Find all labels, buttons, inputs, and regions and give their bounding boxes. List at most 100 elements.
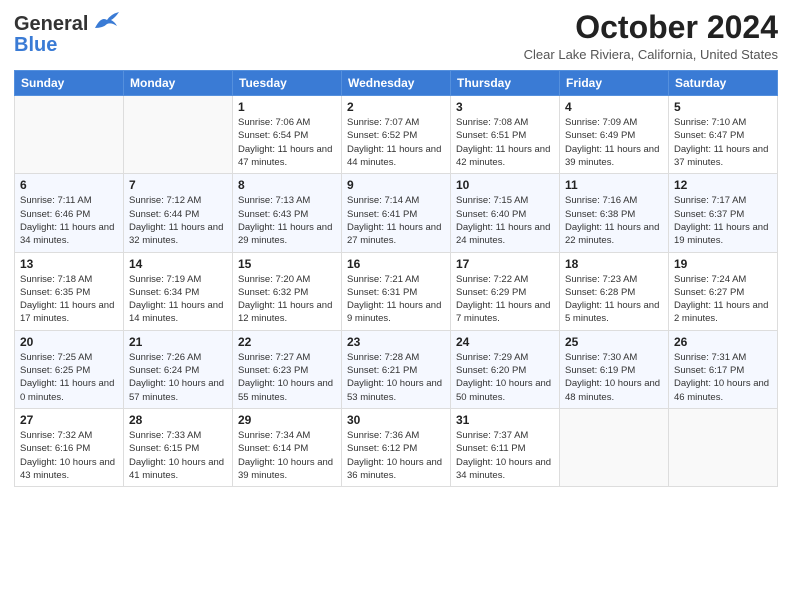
calendar-cell: 19 Sunrise: 7:24 AM Sunset: 6:27 PM Dayli… <box>669 252 778 330</box>
calendar-cell: 8 Sunrise: 7:13 AM Sunset: 6:43 PM Daylig… <box>233 174 342 252</box>
calendar-week-row: 13Sunrise: 7:18 AM Sunset: 6:35 PM Dayli… <box>15 252 778 330</box>
calendar-cell <box>15 96 124 174</box>
calendar-cell: 21 Sunrise: 7:26 AM Sunset: 6:24 PM Dayli… <box>124 330 233 408</box>
day-info: Sunrise: 7:31 AM Sunset: 6:17 PM Dayligh… <box>674 351 772 404</box>
logo-bird-icon <box>93 10 121 38</box>
day-info: Sunrise: 7:24 AM Sunset: 6:27 PM Dayligh… <box>674 273 772 326</box>
day-number: 15 <box>238 257 336 271</box>
col-thursday: Thursday <box>451 71 560 96</box>
calendar-cell: 6 Sunrise: 7:11 AM Sunset: 6:46 PM Daylig… <box>15 174 124 252</box>
day-info: Sunrise: 7:34 AM Sunset: 6:14 PM Dayligh… <box>238 429 336 482</box>
day-info: Sunrise: 7:27 AM Sunset: 6:23 PM Dayligh… <box>238 351 336 404</box>
calendar-cell: 15Sunrise: 7:20 AM Sunset: 6:32 PM Dayli… <box>233 252 342 330</box>
calendar-cell: 23 Sunrise: 7:28 AM Sunset: 6:21 PM Dayli… <box>342 330 451 408</box>
day-number: 14 <box>129 257 227 271</box>
calendar-cell: 28Sunrise: 7:33 AM Sunset: 6:15 PM Dayli… <box>124 408 233 486</box>
day-number: 2 <box>347 100 445 114</box>
day-number: 17 <box>456 257 554 271</box>
col-wednesday: Wednesday <box>342 71 451 96</box>
calendar-cell: 20Sunrise: 7:25 AM Sunset: 6:25 PM Dayli… <box>15 330 124 408</box>
day-info: Sunrise: 7:16 AM Sunset: 6:38 PM Dayligh… <box>565 194 663 247</box>
col-monday: Monday <box>124 71 233 96</box>
day-number: 6 <box>20 178 118 192</box>
header: General Blue October 2024 Clear Lake Riv… <box>14 10 778 62</box>
calendar-cell: 31 Sunrise: 7:37 AM Sunset: 6:11 PM Dayli… <box>451 408 560 486</box>
day-number: 27 <box>20 413 118 427</box>
day-info: Sunrise: 7:22 AM Sunset: 6:29 PM Dayligh… <box>456 273 554 326</box>
calendar-cell: 12 Sunrise: 7:17 AM Sunset: 6:37 PM Dayli… <box>669 174 778 252</box>
calendar-cell: 9Sunrise: 7:14 AM Sunset: 6:41 PM Daylig… <box>342 174 451 252</box>
calendar-cell: 25 Sunrise: 7:30 AM Sunset: 6:19 PM Dayli… <box>560 330 669 408</box>
day-number: 9 <box>347 178 445 192</box>
day-number: 26 <box>674 335 772 349</box>
calendar-cell: 24 Sunrise: 7:29 AM Sunset: 6:20 PM Dayli… <box>451 330 560 408</box>
day-number: 10 <box>456 178 554 192</box>
day-number: 7 <box>129 178 227 192</box>
day-info: Sunrise: 7:11 AM Sunset: 6:46 PM Dayligh… <box>20 194 118 247</box>
calendar-week-row: 20Sunrise: 7:25 AM Sunset: 6:25 PM Dayli… <box>15 330 778 408</box>
day-info: Sunrise: 7:21 AM Sunset: 6:31 PM Dayligh… <box>347 273 445 326</box>
day-number: 5 <box>674 100 772 114</box>
calendar-cell: 4Sunrise: 7:09 AM Sunset: 6:49 PM Daylig… <box>560 96 669 174</box>
day-info: Sunrise: 7:12 AM Sunset: 6:44 PM Dayligh… <box>129 194 227 247</box>
day-number: 18 <box>565 257 663 271</box>
calendar-cell: 17 Sunrise: 7:22 AM Sunset: 6:29 PM Dayli… <box>451 252 560 330</box>
day-number: 16 <box>347 257 445 271</box>
calendar-cell: 7 Sunrise: 7:12 AM Sunset: 6:44 PM Daylig… <box>124 174 233 252</box>
logo-text: General <box>14 13 88 36</box>
day-number: 31 <box>456 413 554 427</box>
day-number: 19 <box>674 257 772 271</box>
calendar-cell: 30 Sunrise: 7:36 AM Sunset: 6:12 PM Dayli… <box>342 408 451 486</box>
calendar-cell: 22Sunrise: 7:27 AM Sunset: 6:23 PM Dayli… <box>233 330 342 408</box>
day-info: Sunrise: 7:17 AM Sunset: 6:37 PM Dayligh… <box>674 194 772 247</box>
col-saturday: Saturday <box>669 71 778 96</box>
calendar-cell: 29 Sunrise: 7:34 AM Sunset: 6:14 PM Dayli… <box>233 408 342 486</box>
calendar-cell: 5 Sunrise: 7:10 AM Sunset: 6:47 PM Daylig… <box>669 96 778 174</box>
day-info: Sunrise: 7:29 AM Sunset: 6:20 PM Dayligh… <box>456 351 554 404</box>
logo-blue-text: Blue <box>14 34 57 57</box>
day-info: Sunrise: 7:32 AM Sunset: 6:16 PM Dayligh… <box>20 429 118 482</box>
page: General Blue October 2024 Clear Lake Riv… <box>0 0 792 497</box>
month-title: October 2024 <box>524 10 778 45</box>
calendar: Sunday Monday Tuesday Wednesday Thursday… <box>14 70 778 487</box>
calendar-cell: 13Sunrise: 7:18 AM Sunset: 6:35 PM Dayli… <box>15 252 124 330</box>
day-info: Sunrise: 7:13 AM Sunset: 6:43 PM Dayligh… <box>238 194 336 247</box>
col-tuesday: Tuesday <box>233 71 342 96</box>
day-number: 11 <box>565 178 663 192</box>
day-info: Sunrise: 7:18 AM Sunset: 6:35 PM Dayligh… <box>20 273 118 326</box>
day-info: Sunrise: 7:23 AM Sunset: 6:28 PM Dayligh… <box>565 273 663 326</box>
title-block: October 2024 Clear Lake Riviera, Califor… <box>524 10 778 62</box>
day-info: Sunrise: 7:28 AM Sunset: 6:21 PM Dayligh… <box>347 351 445 404</box>
calendar-cell <box>560 408 669 486</box>
day-number: 3 <box>456 100 554 114</box>
day-number: 29 <box>238 413 336 427</box>
day-info: Sunrise: 7:36 AM Sunset: 6:12 PM Dayligh… <box>347 429 445 482</box>
day-info: Sunrise: 7:19 AM Sunset: 6:34 PM Dayligh… <box>129 273 227 326</box>
calendar-cell: 1Sunrise: 7:06 AM Sunset: 6:54 PM Daylig… <box>233 96 342 174</box>
day-info: Sunrise: 7:06 AM Sunset: 6:54 PM Dayligh… <box>238 116 336 169</box>
day-info: Sunrise: 7:37 AM Sunset: 6:11 PM Dayligh… <box>456 429 554 482</box>
calendar-cell: 26 Sunrise: 7:31 AM Sunset: 6:17 PM Dayli… <box>669 330 778 408</box>
logo: General Blue <box>14 10 121 57</box>
calendar-header-row: Sunday Monday Tuesday Wednesday Thursday… <box>15 71 778 96</box>
day-number: 25 <box>565 335 663 349</box>
day-info: Sunrise: 7:26 AM Sunset: 6:24 PM Dayligh… <box>129 351 227 404</box>
day-number: 12 <box>674 178 772 192</box>
day-number: 8 <box>238 178 336 192</box>
day-info: Sunrise: 7:07 AM Sunset: 6:52 PM Dayligh… <box>347 116 445 169</box>
calendar-cell: 2 Sunrise: 7:07 AM Sunset: 6:52 PM Daylig… <box>342 96 451 174</box>
day-info: Sunrise: 7:10 AM Sunset: 6:47 PM Dayligh… <box>674 116 772 169</box>
day-number: 23 <box>347 335 445 349</box>
day-number: 21 <box>129 335 227 349</box>
day-info: Sunrise: 7:25 AM Sunset: 6:25 PM Dayligh… <box>20 351 118 404</box>
calendar-cell: 14 Sunrise: 7:19 AM Sunset: 6:34 PM Dayli… <box>124 252 233 330</box>
calendar-week-row: 27 Sunrise: 7:32 AM Sunset: 6:16 PM Dayli… <box>15 408 778 486</box>
day-number: 24 <box>456 335 554 349</box>
day-number: 4 <box>565 100 663 114</box>
calendar-cell <box>669 408 778 486</box>
calendar-cell: 11 Sunrise: 7:16 AM Sunset: 6:38 PM Dayli… <box>560 174 669 252</box>
day-number: 30 <box>347 413 445 427</box>
calendar-cell: 18 Sunrise: 7:23 AM Sunset: 6:28 PM Dayli… <box>560 252 669 330</box>
day-info: Sunrise: 7:15 AM Sunset: 6:40 PM Dayligh… <box>456 194 554 247</box>
day-info: Sunrise: 7:30 AM Sunset: 6:19 PM Dayligh… <box>565 351 663 404</box>
